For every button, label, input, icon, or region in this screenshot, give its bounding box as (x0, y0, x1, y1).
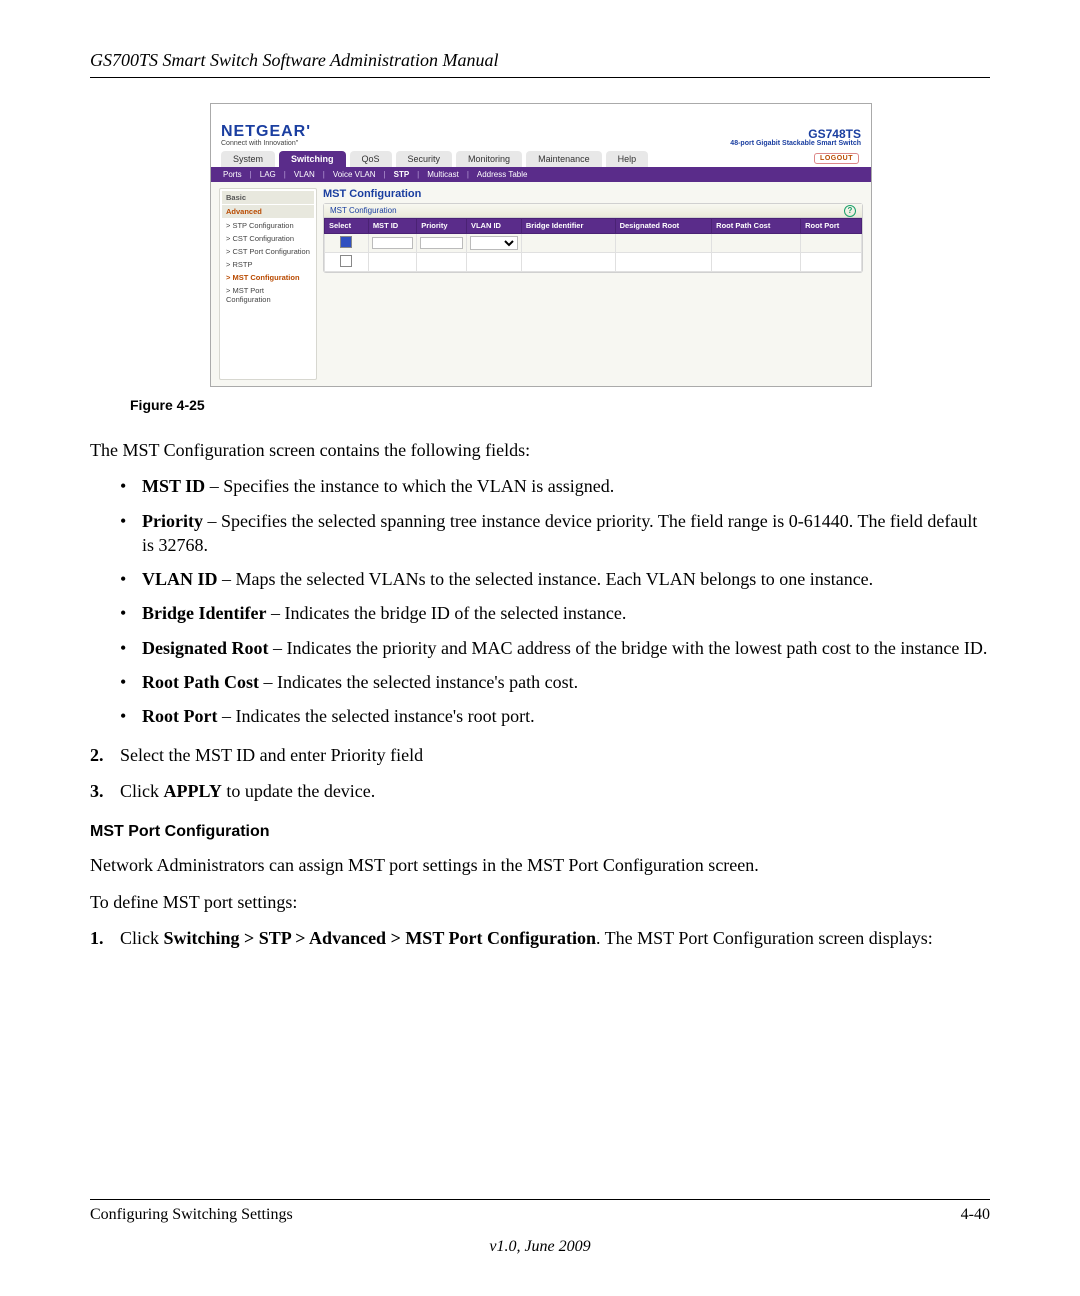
section-para: To define MST port settings: (90, 890, 990, 914)
tab-switching[interactable]: Switching (279, 151, 346, 167)
col-root-port: Root Port (801, 219, 862, 234)
logout-button[interactable]: LOGOUT (814, 153, 859, 164)
page-footer: Configuring Switching Settings 4-40 v1.0… (90, 1199, 990, 1256)
doc-header: GS700TS Smart Switch Software Administra… (90, 50, 990, 78)
list-item: Priority – Specifies the selected spanni… (90, 509, 990, 558)
main-panel: MST Configuration MST Configuration ? Se… (323, 188, 863, 380)
table-row (325, 253, 862, 272)
vlan-id-select[interactable] (470, 236, 518, 250)
list-item: Root Path Cost – Indicates the selected … (90, 670, 990, 694)
col-designated-root: Designated Root (615, 219, 712, 234)
side-basic-header[interactable]: Basic (222, 191, 314, 204)
main-tabs: System Switching QoS Security Monitoring… (211, 151, 871, 167)
list-item: MST ID – Specifies the instance to which… (90, 474, 990, 498)
tab-qos[interactable]: QoS (350, 151, 392, 167)
col-root-path-cost: Root Path Cost (712, 219, 801, 234)
app-window: NETGEAR' Connect with Innovation" GS748T… (210, 103, 872, 387)
tab-security[interactable]: Security (396, 151, 453, 167)
table-header-row: Select MST ID Priority VLAN ID Bridge Id… (325, 219, 862, 234)
subnav-multicast[interactable]: Multicast (425, 170, 461, 179)
list-item: Bridge Identifer – Indicates the bridge … (90, 601, 990, 625)
footer-version: v1.0, June 2009 (90, 1238, 990, 1256)
subnav-stp[interactable]: STP (392, 170, 412, 179)
app-body: Basic Advanced > STP Configuration > CST… (211, 182, 871, 386)
subnav-voice-vlan[interactable]: Voice VLAN (331, 170, 378, 179)
tab-maintenance[interactable]: Maintenance (526, 151, 602, 167)
subnav-lag[interactable]: LAG (258, 170, 278, 179)
list-item: Root Port – Indicates the selected insta… (90, 704, 990, 728)
select-checkbox[interactable] (340, 236, 352, 248)
tab-help[interactable]: Help (606, 151, 649, 167)
side-mst-port-config[interactable]: > MST Port Configuration (222, 284, 314, 306)
mst-table: Select MST ID Priority VLAN ID Bridge Id… (324, 218, 862, 272)
panel-header: MST Configuration ? (324, 204, 862, 218)
sub-nav: Ports| LAG| VLAN| Voice VLAN| STP| Multi… (211, 167, 871, 182)
tab-system[interactable]: System (221, 151, 275, 167)
footer-left: Configuring Switching Settings (90, 1206, 293, 1224)
side-nav: Basic Advanced > STP Configuration > CST… (219, 188, 317, 380)
side-mst-config[interactable]: > MST Configuration (222, 271, 314, 284)
product-sub: 48-port Gigabit Stackable Smart Switch (730, 140, 861, 147)
field-list: MST ID – Specifies the instance to which… (90, 474, 990, 728)
step-item: 3.Click APPLY to update the device. (90, 779, 990, 803)
help-icon[interactable]: ? (844, 205, 856, 217)
side-advanced-header[interactable]: Advanced (222, 205, 314, 218)
brand-tagline: Connect with Innovation" (221, 140, 311, 147)
step-item: 1.Click Switching > STP > Advanced > MST… (90, 926, 990, 950)
section-para: Network Administrators can assign MST po… (90, 853, 990, 877)
mst-id-input[interactable] (372, 237, 413, 249)
list-item: Designated Root – Indicates the priority… (90, 636, 990, 660)
product-block: GS748TS 48-port Gigabit Stackable Smart … (730, 128, 861, 147)
col-mst-id: MST ID (368, 219, 416, 234)
steps-list-2: 1.Click Switching > STP > Advanced > MST… (90, 926, 990, 950)
step-item: 2.Select the MST ID and enter Priority f… (90, 743, 990, 767)
brand-block: NETGEAR' Connect with Innovation" (221, 124, 311, 147)
screenshot-figure: NETGEAR' Connect with Innovation" GS748T… (210, 103, 870, 387)
footer-right: 4-40 (961, 1206, 990, 1224)
subnav-address-table[interactable]: Address Table (475, 170, 530, 179)
col-bridge-id: Bridge Identifier (521, 219, 615, 234)
priority-input[interactable] (420, 237, 463, 249)
app-topbar: NETGEAR' Connect with Innovation" GS748T… (211, 104, 871, 147)
side-cst-port-config[interactable]: > CST Port Configuration (222, 245, 314, 258)
subnav-ports[interactable]: Ports (221, 170, 244, 179)
col-priority: Priority (417, 219, 467, 234)
table-row (325, 234, 862, 253)
figure-caption: Figure 4-25 (130, 397, 990, 413)
side-cst-config[interactable]: > CST Configuration (222, 232, 314, 245)
intro-para: The MST Configuration screen contains th… (90, 438, 990, 462)
col-select: Select (325, 219, 369, 234)
page-title: MST Configuration (323, 188, 863, 200)
product-name: GS748TS (730, 128, 861, 140)
tab-monitoring[interactable]: Monitoring (456, 151, 522, 167)
side-stp-config[interactable]: > STP Configuration (222, 219, 314, 232)
brand-logo-dot: ' (306, 123, 311, 140)
subnav-vlan[interactable]: VLAN (292, 170, 317, 179)
list-item: VLAN ID – Maps the selected VLANs to the… (90, 567, 990, 591)
config-panel: MST Configuration ? Select MST ID Priori… (323, 203, 863, 273)
select-checkbox[interactable] (340, 255, 352, 267)
col-vlan-id: VLAN ID (466, 219, 521, 234)
side-rstp[interactable]: > RSTP (222, 258, 314, 271)
brand-logo: NETGEAR (221, 123, 306, 140)
section-heading: MST Port Configuration (90, 823, 990, 841)
steps-list: 2.Select the MST ID and enter Priority f… (90, 743, 990, 804)
